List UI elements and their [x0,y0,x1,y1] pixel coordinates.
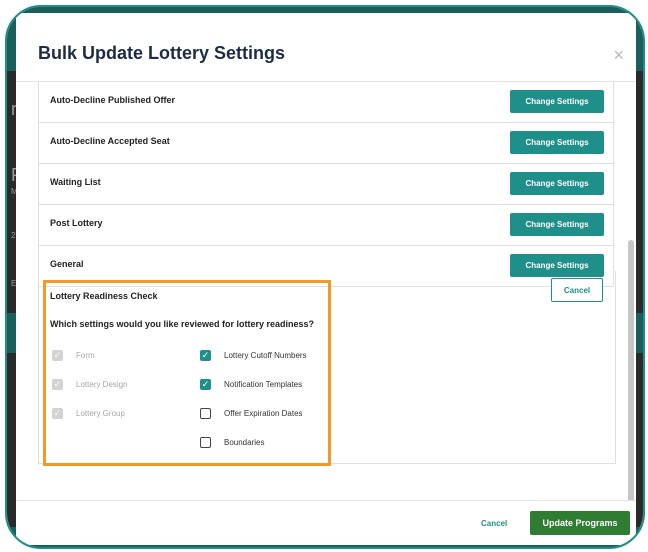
change-settings-button[interactable]: Change Settings [510,131,604,154]
modal-footer: Cancel Update Programs [16,500,636,546]
settings-row-label: Waiting List [50,177,101,187]
settings-row: Post Lottery Change Settings [38,205,614,246]
footer-cancel-button[interactable]: Cancel [481,519,507,528]
readiness-option-label: Lottery Group [76,409,125,418]
check-icon: ✓ [52,408,63,419]
readiness-option-label: Notification Templates [224,380,303,389]
settings-row-label: Auto-Decline Published Offer [50,95,176,105]
scrollbar[interactable] [628,240,634,500]
check-icon[interactable]: ✓ [200,379,211,390]
readiness-option[interactable]: ✓ Lottery Cutoff Numbers [200,350,307,361]
readiness-cancel-button[interactable]: Cancel [551,278,603,302]
modal-title: Bulk Update Lottery Settings [38,43,286,63]
readiness-option[interactable]: ✓ Notification Templates [200,379,302,390]
settings-row: Auto-Decline Published Offer Change Setti… [38,82,614,123]
settings-row-label: Post Lottery [50,218,103,228]
readiness-title: Lottery Readiness Check [50,291,158,301]
settings-list: Auto-Decline Published Offer Change Setti… [38,82,614,287]
readiness-option: ✓ Lottery Design [52,379,128,390]
change-settings-button[interactable]: Change Settings [510,90,604,113]
check-icon[interactable]: ✓ [200,350,211,361]
readiness-option-label: Form [76,351,95,360]
readiness-option[interactable]: Boundaries [200,437,264,448]
screenshot-frame: r P M 27 E Bulk Update Lottery Settings … [5,5,645,549]
checkbox-empty-icon[interactable] [200,437,211,448]
settings-row-label: Auto-Decline Accepted Seat [50,136,170,146]
modal-body: Auto-Decline Published Offer Change Setti… [16,82,636,500]
readiness-option: ✓ Form [52,350,95,361]
readiness-option: ✓ Lottery Group [52,408,125,419]
bulk-update-modal: Bulk Update Lottery Settings × Auto-Decl… [16,13,636,545]
modal-header: Bulk Update Lottery Settings × [16,13,636,82]
readiness-option[interactable]: Offer Expiration Dates [200,408,303,419]
settings-row: Auto-Decline Accepted Seat Change Setting… [38,123,614,164]
readiness-option-label: Offer Expiration Dates [224,409,303,418]
checkbox-empty-icon[interactable] [200,408,211,419]
readiness-question: Which settings would you like reviewed f… [50,319,315,329]
check-icon: ✓ [52,379,63,390]
readiness-option-label: Lottery Cutoff Numbers [224,351,307,360]
close-icon[interactable]: × [613,45,624,66]
check-icon: ✓ [52,350,63,361]
update-programs-button[interactable]: Update Programs [530,511,630,535]
settings-row: Waiting List Change Settings [38,164,614,205]
change-settings-button[interactable]: Change Settings [510,172,604,195]
change-settings-button[interactable]: Change Settings [510,213,604,236]
settings-row-label: General [50,259,84,269]
readiness-highlight [43,280,331,466]
readiness-option-label: Lottery Design [76,380,128,389]
readiness-option-label: Boundaries [224,438,265,447]
